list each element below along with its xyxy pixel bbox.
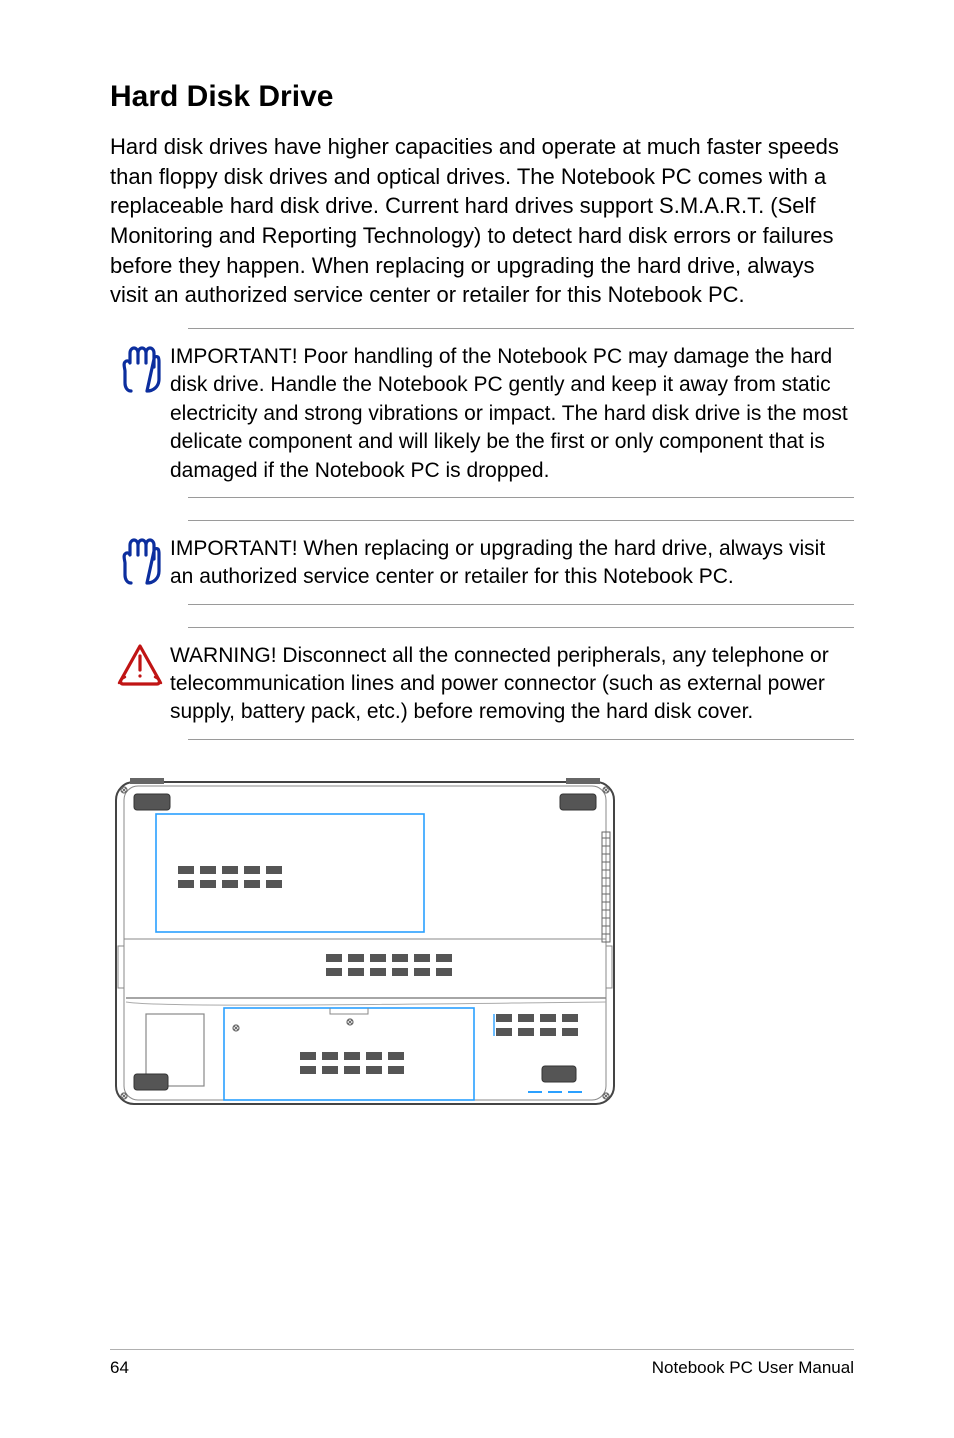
page-number: 64 xyxy=(110,1358,129,1378)
hand-icon xyxy=(110,535,170,587)
warning-icon xyxy=(110,642,170,686)
notice-warning: WARNING! Disconnect all the connected pe… xyxy=(188,627,854,740)
section-heading: Hard Disk Drive xyxy=(110,80,854,114)
notice-important-1: IMPORTANT! Poor handling of the Notebook… xyxy=(188,328,854,498)
notice-text: IMPORTANT! Poor handling of the Notebook… xyxy=(170,343,854,485)
notice-text: IMPORTANT! When replacing or upgrading t… xyxy=(170,535,854,592)
notebook-bottom-diagram xyxy=(110,774,620,1114)
intro-paragraph: Hard disk drives have higher capacities … xyxy=(110,132,854,310)
notice-important-2: IMPORTANT! When replacing or upgrading t… xyxy=(188,520,854,605)
notice-text: WARNING! Disconnect all the connected pe… xyxy=(170,642,854,727)
hand-icon xyxy=(110,343,170,395)
footer-title: Notebook PC User Manual xyxy=(652,1358,854,1378)
page-footer: 64 Notebook PC User Manual xyxy=(110,1349,854,1378)
